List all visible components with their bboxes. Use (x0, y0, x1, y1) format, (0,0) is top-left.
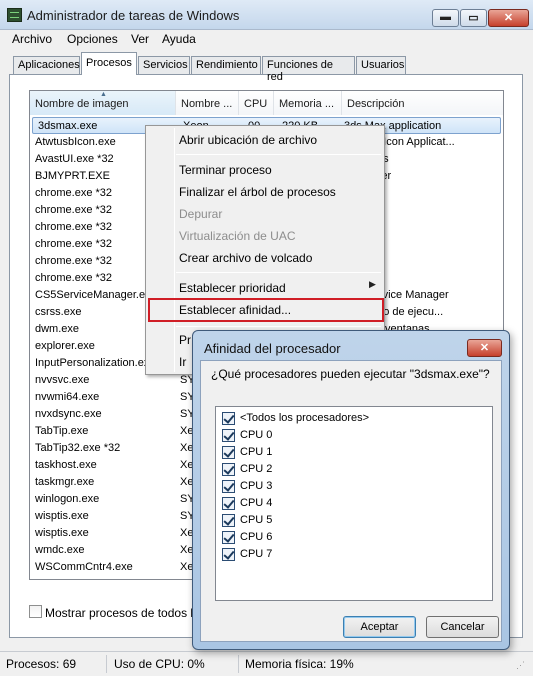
menu-opciones[interactable]: Opciones (67, 32, 118, 46)
option-label: CPU 2 (240, 463, 273, 475)
tab-funciones-de-red[interactable]: Funciones de red (262, 56, 355, 83)
tab-rendimiento[interactable]: Rendimiento (191, 56, 261, 74)
menu-separator (176, 154, 381, 155)
option-label: <Todos los procesadores> (240, 412, 370, 424)
status-separator (106, 655, 107, 673)
menu-item-end-process-tree[interactable]: Finalizar el árbol de procesos (179, 185, 336, 199)
status-cpu: Uso de CPU: 0% (114, 657, 205, 671)
column-header-label: Nombre de imagen (35, 98, 129, 110)
checkbox-checked-icon[interactable] (222, 446, 235, 459)
column-header-cpu[interactable]: CPU (239, 91, 274, 115)
column-header-description[interactable]: Descripción (342, 91, 503, 115)
cell-image-name: wisptis.exe (35, 510, 89, 522)
column-header-user[interactable]: Nombre ... (176, 91, 239, 115)
status-separator (238, 655, 239, 673)
menu-separator (176, 326, 381, 327)
tab-usuarios[interactable]: Usuarios (356, 56, 406, 74)
column-header-memory[interactable]: Memoria ... (274, 91, 342, 115)
sort-ascending-icon: ▲ (100, 91, 107, 98)
tab-aplicaciones[interactable]: Aplicaciones (13, 56, 80, 74)
menu-item-go-to-service[interactable]: Ir (179, 355, 186, 369)
status-bar: Procesos: 69 Uso de CPU: 0% Memoria físi… (0, 651, 533, 676)
ok-button[interactable]: Aceptar (343, 616, 416, 638)
option-label: CPU 1 (240, 446, 273, 458)
cell-image-name: nvvsvc.exe (35, 374, 90, 386)
menu-gutter (174, 128, 175, 372)
resize-grip-icon[interactable]: ⋰ (516, 660, 530, 674)
status-processes: Procesos: 69 (6, 657, 77, 671)
title-bar[interactable]: Administrador de tareas de Windows ▬ ▭ ✕ (0, 0, 533, 30)
task-manager-icon (7, 8, 22, 22)
processor-affinity-dialog: Afinidad del procesador ✕ ¿Qué procesado… (192, 330, 510, 650)
close-icon: ✕ (503, 12, 514, 24)
cell-image-name: nvxdsync.exe (35, 408, 102, 420)
dialog-title: Afinidad del procesador (204, 341, 341, 356)
submenu-arrow-icon: ▶ (369, 279, 376, 289)
checkbox-checked-icon[interactable] (222, 514, 235, 527)
option-label: CPU 5 (240, 514, 273, 526)
checkbox-checked-icon[interactable] (222, 531, 235, 544)
processor-list: <Todos los procesadores> CPU 0 CPU 1 CPU 2 C… (215, 406, 493, 601)
menu-item-set-priority[interactable]: Establecer prioridad (179, 281, 286, 295)
dialog-question: ¿Qué procesadores pueden ejecutar "3dsma… (211, 367, 490, 381)
dialog-close-button[interactable]: ✕ (467, 339, 502, 357)
option-label: CPU 0 (240, 429, 273, 441)
menu-item-set-affinity[interactable]: Establecer afinidad... (179, 303, 291, 317)
minimize-icon: ▬ (440, 11, 451, 23)
cell-image-name: nvwmi64.exe (35, 391, 100, 403)
checkbox-checked-icon[interactable] (222, 463, 235, 476)
close-button[interactable]: ✕ (488, 9, 529, 27)
menu-separator (176, 272, 381, 273)
close-icon: ✕ (479, 342, 490, 354)
menu-item-end-process[interactable]: Terminar proceso (179, 163, 272, 177)
menu-item-properties[interactable]: Pr (179, 333, 191, 347)
column-header-image-name[interactable]: ▲ Nombre de imagen (30, 91, 176, 115)
cell-image-name: taskhost.exe (35, 459, 97, 471)
cell-image-name: WSCommCntr4.exe (35, 561, 133, 573)
cell-image-name: winlogon.exe (35, 493, 100, 505)
show-all-processes-label: Mostrar procesos de todos los (45, 606, 206, 620)
minimize-button[interactable]: ▬ (432, 9, 459, 27)
option-label: CPU 4 (240, 497, 273, 509)
cell-image-name: wmdc.exe (35, 544, 85, 556)
dialog-body: ¿Qué procesadores pueden ejecutar "3dsma… (200, 360, 502, 642)
cell-image-name: wisptis.exe (35, 527, 89, 539)
window-title: Administrador de tareas de Windows (27, 8, 240, 23)
cell-image-name: taskmgr.exe (35, 476, 95, 488)
option-label: CPU 3 (240, 480, 273, 492)
tab-servicios[interactable]: Servicios (138, 56, 190, 74)
checkbox-checked-icon[interactable] (222, 412, 235, 425)
menu-ver[interactable]: Ver (131, 32, 149, 46)
maximize-button[interactable]: ▭ (460, 9, 487, 27)
checkbox-checked-icon[interactable] (222, 497, 235, 510)
menu-archivo[interactable]: Archivo (12, 32, 52, 46)
menu-ayuda[interactable]: Ayuda (162, 32, 196, 46)
cell-image-name: TabTip32.exe *32 (35, 442, 121, 454)
menu-item-create-dump-file[interactable]: Crear archivo de volcado (179, 251, 312, 265)
status-memory: Memoria física: 19% (245, 657, 354, 671)
cancel-button[interactable]: Cancelar (426, 616, 499, 638)
menu-item-open-file-location[interactable]: Abrir ubicación de archivo (179, 133, 317, 147)
option-label: CPU 7 (240, 548, 273, 560)
menu-item-debug: Depurar (179, 207, 223, 221)
option-label: CPU 6 (240, 531, 273, 543)
tab-procesos[interactable]: Procesos (81, 52, 137, 75)
maximize-icon: ▭ (468, 12, 479, 24)
show-all-processes-checkbox[interactable] (29, 605, 42, 618)
menu-bar: Archivo Opciones Ver Ayuda (0, 30, 533, 49)
menu-item-uac-virtualization: Virtualización de UAC (179, 229, 296, 243)
checkbox-checked-icon[interactable] (222, 480, 235, 493)
checkbox-checked-icon[interactable] (222, 548, 235, 561)
checkbox-checked-icon[interactable] (222, 429, 235, 442)
cell-image-name: TabTip.exe (35, 425, 89, 437)
